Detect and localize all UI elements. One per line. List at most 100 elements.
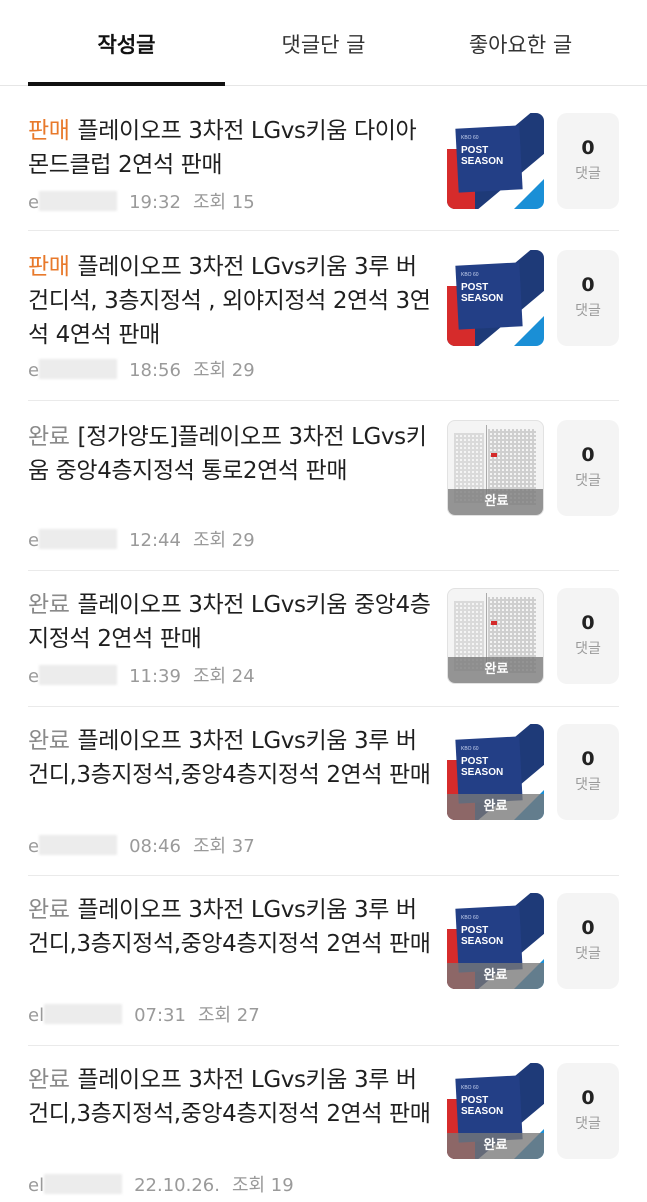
post-item[interactable]: 완료 플레이오프 3차전 LGvs키움 3루 버건디,3층지정석,중앙4층지정석 … xyxy=(28,706,619,876)
post-item[interactable]: 판매 플레이오프 3차전 LGvs키움 다이아몬드클럽 2연석 판매 e 19:32… xyxy=(28,110,619,231)
poster-title: POST SEASON xyxy=(461,282,504,304)
comment-count-box[interactable]: 0 댓글 xyxy=(557,250,619,346)
comment-label: 댓글 xyxy=(575,1116,601,1132)
author-name: e xyxy=(28,666,40,687)
post-thumbnail[interactable]: KBO 60 POST SEASON xyxy=(447,250,544,346)
comment-label: 댓글 xyxy=(575,946,601,962)
tab-my-posts[interactable]: 작성글 xyxy=(28,0,225,85)
author-name: e xyxy=(28,192,40,213)
comment-count: 0 xyxy=(581,137,595,159)
post-meta: e 12:44 조회 29 xyxy=(28,526,255,552)
status-badge: 완료 xyxy=(28,1067,70,1093)
done-overlay-label: 완료 xyxy=(447,1133,544,1159)
post-meta: e 08:46 조회 37 xyxy=(28,832,255,858)
view-count: 조회 24 xyxy=(192,666,255,687)
comment-count: 0 xyxy=(581,444,595,466)
tab-commented-posts[interactable]: 댓글단 글 xyxy=(225,0,422,85)
poster-title: POST SEASON xyxy=(461,145,504,167)
comment-label: 댓글 xyxy=(575,473,601,489)
status-badge: 판매 xyxy=(28,254,70,280)
comment-count-box[interactable]: 0 댓글 xyxy=(557,724,619,820)
comment-count-box[interactable]: 0 댓글 xyxy=(557,588,619,684)
author-name: el xyxy=(28,1175,45,1196)
post-item[interactable]: 완료 플레이오프 3차전 LGvs키움 3루 버건디,3층지정석,중앙4층지정석 … xyxy=(28,875,619,1046)
post-title-text: 플레이오프 3차전 LGvs키움 3루 버건디,3층지정석,중앙4층지정석 2연… xyxy=(28,728,431,788)
poster-title: POST SEASON xyxy=(461,925,504,947)
view-count: 조회 37 xyxy=(192,836,255,857)
post-time: 11:39 xyxy=(129,666,181,687)
poster-brand: KBO 60 xyxy=(461,135,479,141)
done-overlay-label: 완료 xyxy=(448,489,543,515)
comment-label: 댓글 xyxy=(575,303,601,319)
poster-title: POST SEASON xyxy=(461,1095,504,1117)
post-thumbnail[interactable]: 완료 xyxy=(447,588,544,684)
post-meta: el 22.10.26. 조회 19 xyxy=(28,1171,294,1197)
post-thumbnail[interactable]: KBO 60 POST SEASON 완료 xyxy=(447,1063,544,1159)
post-item[interactable]: 판매 플레이오프 3차전 LGvs키움 3루 버건디석, 3층지정석 , 외야지정… xyxy=(28,230,619,401)
post-title-text: 플레이오프 3차전 LGvs키움 중앙4층지정석 2연석 판매 xyxy=(28,592,431,652)
post-time: 12:44 xyxy=(129,530,181,551)
poster-title: POST SEASON xyxy=(461,756,504,778)
poster-brand: KBO 60 xyxy=(461,272,479,278)
author-name: e xyxy=(28,360,40,381)
post-item[interactable]: 완료 플레이오프 3차전 LGvs키움 중앙4층지정석 2연석 판매 e 11:39… xyxy=(28,570,619,707)
status-badge: 판매 xyxy=(28,118,70,144)
view-count: 조회 15 xyxy=(192,192,255,213)
post-title-text: 플레이오프 3차전 LGvs키움 다이아몬드클럽 2연석 판매 xyxy=(28,118,417,178)
view-count: 조회 27 xyxy=(197,1005,260,1026)
comment-count-box[interactable]: 0 댓글 xyxy=(557,1063,619,1159)
comment-label: 댓글 xyxy=(575,166,601,182)
author-name: e xyxy=(28,530,40,551)
post-title: 완료 플레이오프 3차전 LGvs키움 3루 버건디,3층지정석,중앙4층지정석 … xyxy=(28,893,433,961)
poster-brand: KBO 60 xyxy=(461,1085,479,1091)
active-tab-indicator xyxy=(28,82,225,86)
post-title: 판매 플레이오프 3차전 LGvs키움 3루 버건디석, 3층지정석 , 외야지정… xyxy=(28,250,433,352)
post-thumbnail[interactable]: KBO 60 POST SEASON xyxy=(447,113,544,209)
post-title: 완료 플레이오프 3차전 LGvs키움 중앙4층지정석 2연석 판매 xyxy=(28,588,433,656)
post-title-text: [정가양도]플레이오프 3차전 LGvs키움 중앙4층지정석 통로2연석 판매 xyxy=(28,424,427,484)
post-meta: el 07:31 조회 27 xyxy=(28,1001,260,1027)
author-blur xyxy=(44,1004,123,1024)
author-blur xyxy=(39,665,118,685)
comment-count: 0 xyxy=(581,274,595,296)
post-meta: e 18:56 조회 29 xyxy=(28,356,255,382)
post-meta: e 19:32 조회 15 xyxy=(28,188,255,214)
post-title: 판매 플레이오프 3차전 LGvs키움 다이아몬드클럽 2연석 판매 xyxy=(28,114,433,182)
post-time: 08:46 xyxy=(129,836,181,857)
post-thumbnail[interactable]: 완료 xyxy=(447,420,544,516)
status-badge: 완료 xyxy=(28,592,70,618)
post-item[interactable]: 완료 플레이오프 3차전 LGvs키움 3루 버건디,3층지정석,중앙4층지정석 … xyxy=(28,1045,619,1202)
post-time: 19:32 xyxy=(129,192,181,213)
comment-count: 0 xyxy=(581,1087,595,1109)
post-thumbnail[interactable]: KBO 60 POST SEASON 완료 xyxy=(447,893,544,989)
status-badge: 완료 xyxy=(28,424,70,450)
comment-count-box[interactable]: 0 댓글 xyxy=(557,420,619,516)
tab-liked-posts[interactable]: 좋아요한 글 xyxy=(422,0,619,85)
status-badge: 완료 xyxy=(28,897,70,923)
author-blur xyxy=(44,1174,123,1194)
author-blur xyxy=(39,529,118,549)
post-title: 완료 [정가양도]플레이오프 3차전 LGvs키움 중앙4층지정석 통로2연석 판… xyxy=(28,420,433,488)
comment-count-box[interactable]: 0 댓글 xyxy=(557,893,619,989)
poster-brand: KBO 60 xyxy=(461,746,479,752)
post-title-text: 플레이오프 3차전 LGvs키움 3루 버건디,3층지정석,중앙4층지정석 2연… xyxy=(28,897,431,957)
done-overlay-label: 완료 xyxy=(447,794,544,820)
post-time: 18:56 xyxy=(129,360,181,381)
author-blur xyxy=(39,835,118,855)
post-title-text: 플레이오프 3차전 LGvs키움 3루 버건디석, 3층지정석 , 외야지정석 … xyxy=(28,254,431,348)
view-count: 조회 19 xyxy=(231,1175,294,1196)
done-overlay-label: 완료 xyxy=(448,657,543,683)
comment-label: 댓글 xyxy=(575,777,601,793)
post-title: 완료 플레이오프 3차전 LGvs키움 3루 버건디,3층지정석,중앙4층지정석 … xyxy=(28,724,433,792)
post-thumbnail[interactable]: KBO 60 POST SEASON 완료 xyxy=(447,724,544,820)
post-item[interactable]: 완료 [정가양도]플레이오프 3차전 LGvs키움 중앙4층지정석 통로2연석 판… xyxy=(28,400,619,571)
comment-count-box[interactable]: 0 댓글 xyxy=(557,113,619,209)
poster-brand: KBO 60 xyxy=(461,915,479,921)
comment-label: 댓글 xyxy=(575,641,601,657)
post-title: 완료 플레이오프 3차전 LGvs키움 3루 버건디,3층지정석,중앙4층지정석 … xyxy=(28,1063,433,1131)
post-time: 07:31 xyxy=(134,1005,186,1026)
author-blur xyxy=(39,191,118,211)
status-badge: 완료 xyxy=(28,728,70,754)
tab-bar: 작성글 댓글단 글 좋아요한 글 xyxy=(0,0,647,86)
author-name: el xyxy=(28,1005,45,1026)
